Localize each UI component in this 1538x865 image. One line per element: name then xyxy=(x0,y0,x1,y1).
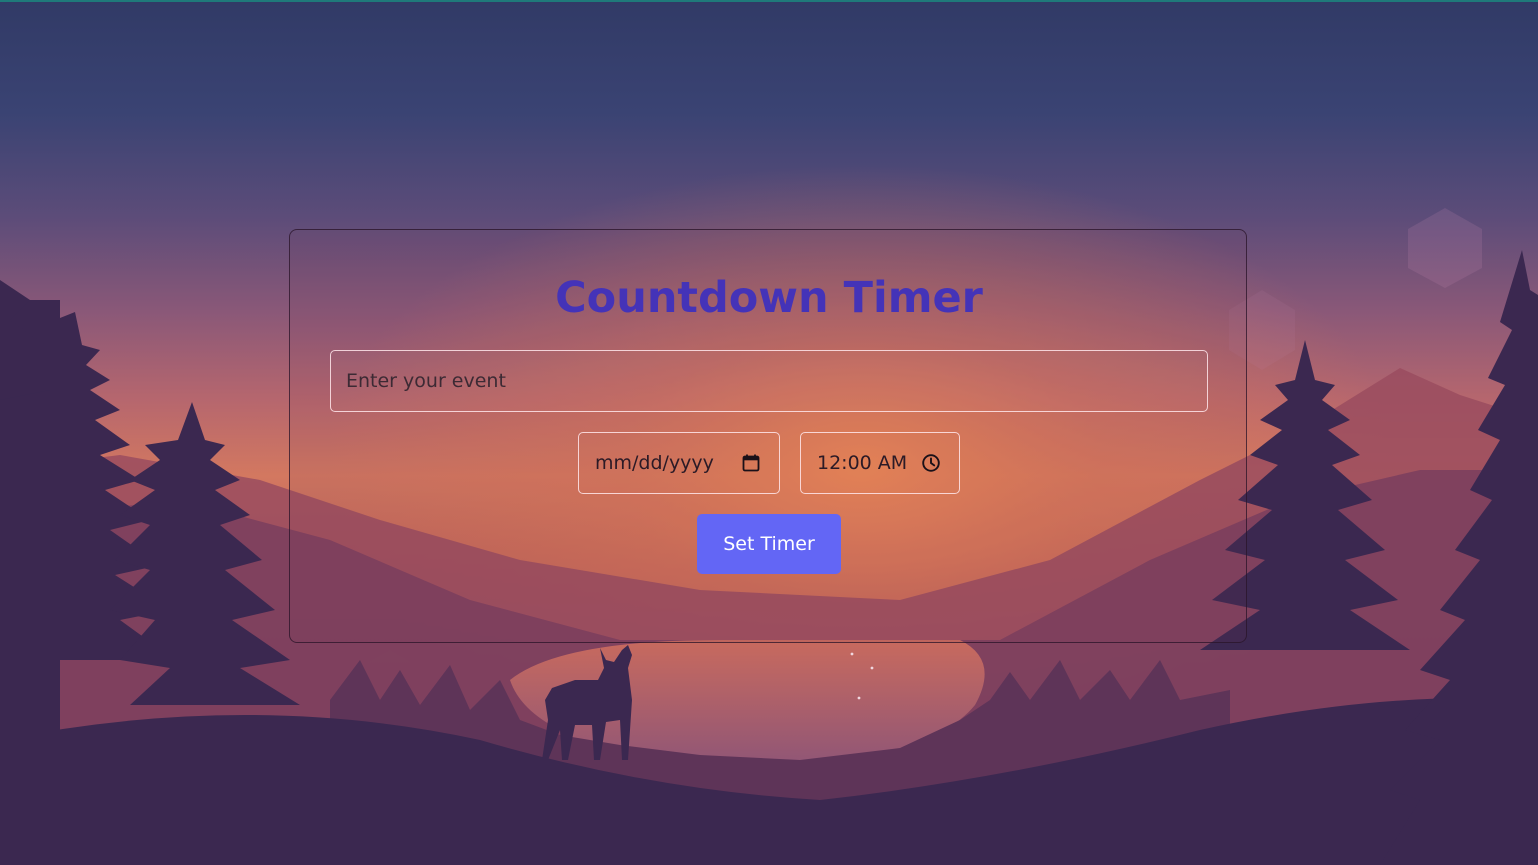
page-background: Countdown Timer mm/dd/yyyy 12:00 AM Set … xyxy=(0,0,1538,865)
time-input[interactable]: 12:00 AM xyxy=(800,432,960,494)
event-name-input[interactable] xyxy=(330,350,1208,412)
top-accent-line xyxy=(0,0,1538,2)
calendar-icon[interactable] xyxy=(741,453,761,473)
date-placeholder: mm/dd/yyyy xyxy=(595,452,714,474)
set-timer-button[interactable]: Set Timer xyxy=(697,514,841,574)
page-title: Countdown Timer xyxy=(555,273,983,323)
date-input[interactable]: mm/dd/yyyy xyxy=(578,432,780,494)
clock-icon[interactable] xyxy=(921,453,941,473)
time-value: 12:00 AM xyxy=(817,452,908,474)
